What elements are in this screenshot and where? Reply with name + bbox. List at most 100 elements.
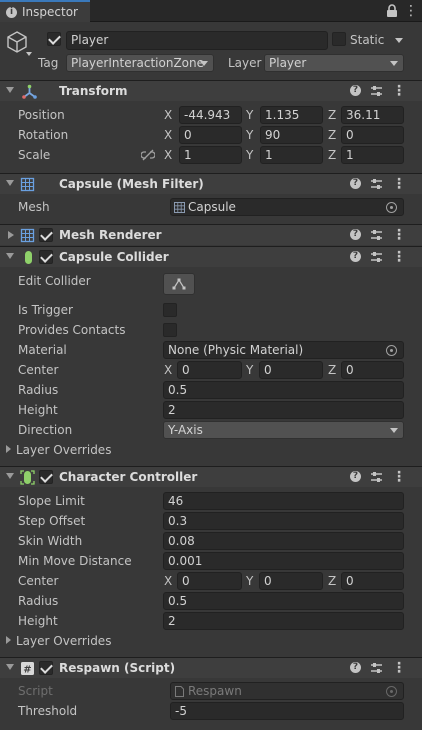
center-y-field[interactable]: 0 <box>259 361 323 379</box>
object-name-field[interactable]: Player <box>66 31 328 50</box>
mesh-label: Mesh <box>18 200 50 214</box>
scale-z-field[interactable]: 1 <box>341 146 404 164</box>
rotation-x-field[interactable]: 0 <box>179 126 242 144</box>
scale-y-field[interactable]: 1 <box>260 146 323 164</box>
foldout-arrow[interactable] <box>6 180 14 186</box>
provides-contacts-checkbox[interactable] <box>163 323 177 337</box>
help-icon[interactable]: ? <box>350 251 361 262</box>
axis-x-label: X <box>164 363 173 377</box>
help-icon[interactable]: ? <box>350 178 361 189</box>
cc-center-x-field[interactable]: 0 <box>177 572 242 590</box>
static-checkbox[interactable] <box>332 32 346 46</box>
foldout-arrow[interactable] <box>6 87 14 93</box>
step-offset-label: Step Offset <box>18 514 86 528</box>
static-dropdown-arrow[interactable] <box>395 38 403 43</box>
slope-limit-label: Slope Limit <box>18 494 85 508</box>
threshold-field[interactable]: -5 <box>170 702 404 720</box>
rotation-label: Rotation <box>18 128 69 142</box>
help-icon[interactable]: ? <box>350 85 361 96</box>
mesh-renderer-enabled-checkbox[interactable] <box>39 228 53 242</box>
tab-inspector-label: Inspector <box>22 5 78 19</box>
position-y-field[interactable]: 1.135 <box>260 106 323 124</box>
cc-center-y-field[interactable]: 0 <box>259 572 323 590</box>
cc-center-z-field[interactable]: 0 <box>341 572 404 590</box>
transform-header[interactable]: Transform ? ⋮ <box>0 80 422 101</box>
axis-y-label: Y <box>246 363 254 377</box>
radius-field[interactable]: 0.5 <box>163 381 404 399</box>
center-x-field[interactable]: 0 <box>177 361 242 379</box>
component-menu-icon[interactable]: ⋮ <box>392 249 406 265</box>
is-trigger-checkbox[interactable] <box>163 303 177 317</box>
rotation-y-field[interactable]: 90 <box>260 126 323 144</box>
help-icon[interactable]: ? <box>350 662 361 673</box>
direction-label: Direction <box>18 423 73 437</box>
axis-z-label: Z <box>328 363 337 377</box>
foldout-arrow[interactable] <box>6 664 14 670</box>
preset-icon[interactable] <box>370 84 383 98</box>
cc-radius-field[interactable]: 0.5 <box>163 592 404 610</box>
mesh-renderer-title: Mesh Renderer <box>59 228 162 242</box>
component-menu-icon[interactable]: ⋮ <box>392 83 406 99</box>
help-icon[interactable]: ? <box>350 229 361 240</box>
position-z-field[interactable]: 36.11 <box>341 106 404 124</box>
rotation-z-field[interactable]: 0 <box>341 126 404 144</box>
capsule-collider-header[interactable]: Capsule Collider ? ⋮ <box>0 246 422 267</box>
script-object-field: Respawn <box>170 682 404 700</box>
lock-icon[interactable] <box>386 4 398 18</box>
preset-icon[interactable] <box>370 661 383 675</box>
capsule-collider-enabled-checkbox[interactable] <box>39 250 53 264</box>
tag-dropdown[interactable]: PlayerInteractionZone <box>66 54 214 72</box>
character-controller-enabled-checkbox[interactable] <box>39 470 53 484</box>
preset-icon[interactable] <box>370 228 383 242</box>
constrain-proportions-icon[interactable] <box>141 149 155 161</box>
character-controller-header[interactable]: Character Controller ? ⋮ <box>0 466 422 487</box>
help-icon[interactable]: ? <box>350 471 361 482</box>
step-offset-field[interactable]: 0.3 <box>163 512 404 530</box>
mesh-renderer-header[interactable]: Mesh Renderer ? ⋮ <box>0 224 422 245</box>
respawn-script-header[interactable]: # Respawn (Script) ? ⋮ <box>0 657 422 678</box>
min-move-distance-field[interactable]: 0.001 <box>163 552 404 570</box>
provides-contacts-label: Provides Contacts <box>18 323 126 337</box>
respawn-enabled-checkbox[interactable] <box>39 661 53 675</box>
axis-z-label: Z <box>328 148 337 162</box>
mesh-filter-header[interactable]: Capsule (Mesh Filter) ? ⋮ <box>0 173 422 194</box>
slope-limit-field[interactable]: 46 <box>163 492 404 510</box>
layer-label: Layer <box>228 56 262 70</box>
direction-dropdown[interactable]: Y-Axis <box>163 421 404 439</box>
threshold-label: Threshold <box>18 704 78 718</box>
axis-y-label: Y <box>246 108 254 122</box>
kebab-menu-icon[interactable]: ⋮ <box>404 3 418 19</box>
preset-icon[interactable] <box>370 470 383 484</box>
material-object-field[interactable]: None (Physic Material) <box>163 341 404 359</box>
mesh-object-field[interactable]: Capsule <box>170 198 404 216</box>
active-checkbox[interactable] <box>47 32 61 46</box>
preset-icon[interactable] <box>370 250 383 264</box>
layer-overrides-foldout[interactable]: Layer Overrides <box>6 634 111 649</box>
gameobject-cube-icon[interactable] <box>6 30 28 54</box>
layer-dropdown[interactable]: Player <box>264 54 404 72</box>
tag-label: Tag <box>38 56 59 70</box>
edit-collider-button[interactable] <box>163 273 195 295</box>
preset-icon[interactable] <box>370 177 383 191</box>
tab-inspector[interactable]: i Inspector <box>0 0 90 22</box>
position-x-field[interactable]: -44.943 <box>179 106 242 124</box>
icon-dropdown-arrow[interactable] <box>26 52 32 56</box>
is-trigger-label: Is Trigger <box>18 303 73 317</box>
component-menu-icon[interactable]: ⋮ <box>392 227 406 243</box>
mesh-asset-icon <box>174 202 185 213</box>
component-menu-icon[interactable]: ⋮ <box>392 176 406 192</box>
foldout-arrow[interactable] <box>6 473 14 479</box>
foldout-arrow[interactable] <box>8 231 14 239</box>
height-field[interactable]: 2 <box>163 401 404 419</box>
skin-width-field[interactable]: 0.08 <box>163 532 404 550</box>
foldout-arrow[interactable] <box>6 253 14 259</box>
scale-x-field[interactable]: 1 <box>179 146 242 164</box>
script-label: Script <box>18 684 53 698</box>
component-menu-icon[interactable]: ⋮ <box>392 660 406 676</box>
object-picker-icon[interactable] <box>386 202 397 213</box>
object-picker-icon[interactable] <box>386 345 397 356</box>
cc-height-field[interactable]: 2 <box>163 612 404 630</box>
center-z-field[interactable]: 0 <box>341 361 404 379</box>
layer-overrides-foldout[interactable]: Layer Overrides <box>6 443 111 458</box>
component-menu-icon[interactable]: ⋮ <box>392 469 406 485</box>
